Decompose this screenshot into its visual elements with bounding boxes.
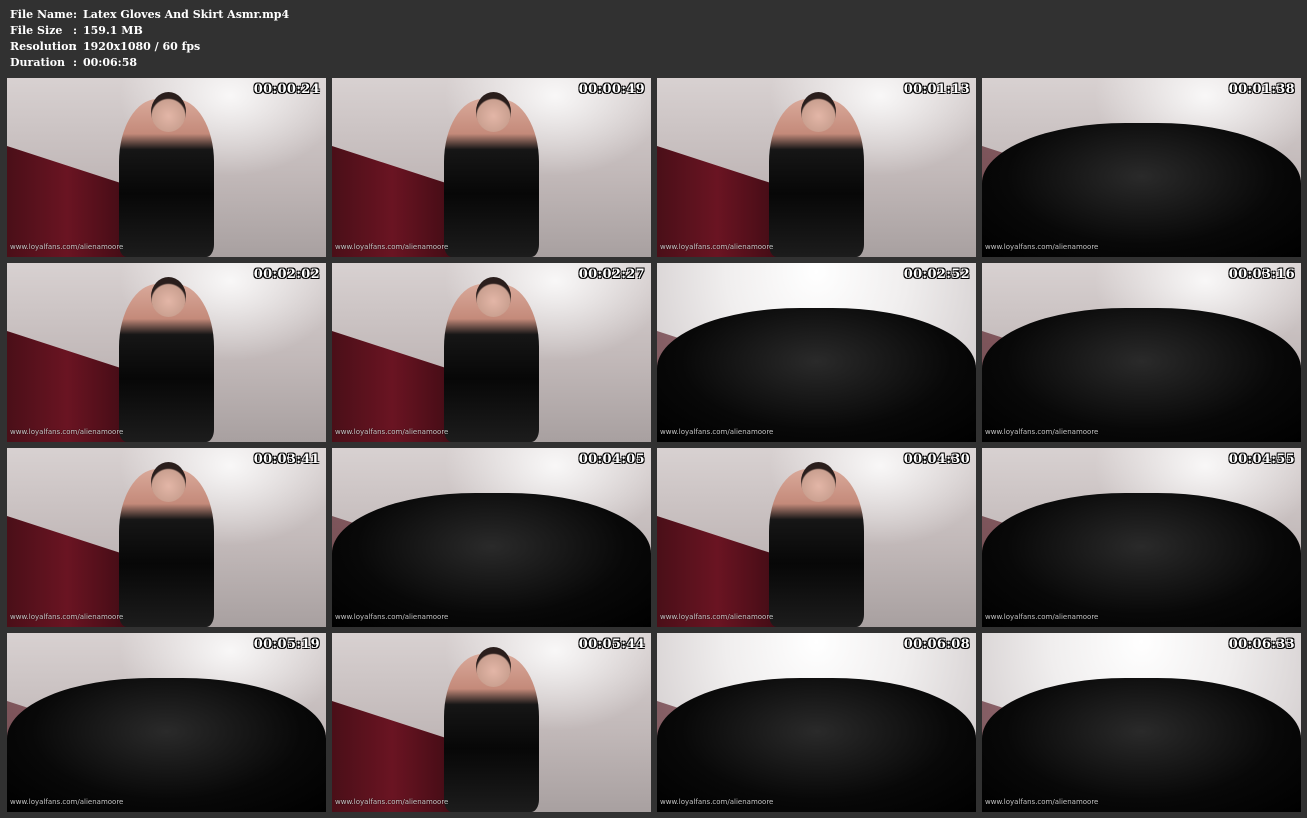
separator: : — [73, 24, 78, 37]
video-thumbnail[interactable]: 00:02:27 www.loyalfans.com/alienamoore — [332, 263, 651, 442]
watermark-text: www.loyalfans.com/alienamoore — [10, 243, 124, 251]
file-size-row: File Size : 159.1 MB — [10, 23, 289, 39]
watermark-text: www.loyalfans.com/alienamoore — [660, 613, 774, 621]
video-thumbnail[interactable]: 00:02:52 www.loyalfans.com/alienamoore — [657, 263, 976, 442]
video-thumbnail[interactable]: 00:00:49 www.loyalfans.com/alienamoore — [332, 78, 651, 257]
thumbnail-timestamp: 00:02:52 — [903, 267, 970, 282]
thumbnail-timestamp: 00:04:55 — [1228, 452, 1295, 467]
thumbnail-timestamp: 00:00:24 — [253, 82, 320, 97]
watermark-text: www.loyalfans.com/alienamoore — [335, 428, 449, 436]
video-thumbnail[interactable]: 00:03:41 www.loyalfans.com/alienamoore — [7, 448, 326, 627]
file-name-label: File Name — [10, 8, 73, 21]
thumbnail-timestamp: 00:03:16 — [1228, 267, 1295, 282]
video-thumbnail[interactable]: 00:06:33 www.loyalfans.com/alienamoore — [982, 633, 1301, 812]
video-thumbnail[interactable]: 00:03:16 www.loyalfans.com/alienamoore — [982, 263, 1301, 442]
duration-label: Duration — [10, 56, 66, 69]
video-thumbnail[interactable]: 00:01:13 www.loyalfans.com/alienamoore — [657, 78, 976, 257]
watermark-text: www.loyalfans.com/alienamoore — [985, 613, 1099, 621]
head-shape — [150, 92, 186, 132]
separator: : — [73, 8, 78, 21]
file-size-value: 159.1 MB — [83, 24, 143, 37]
thumbnail-timestamp: 00:00:49 — [578, 82, 645, 97]
video-thumbnail[interactable]: 00:05:19 www.loyalfans.com/alienamoore — [7, 633, 326, 812]
watermark-text: www.loyalfans.com/alienamoore — [335, 243, 449, 251]
thumbnail-timestamp: 00:05:44 — [578, 637, 645, 652]
figure-shape — [332, 492, 651, 627]
head-shape — [475, 277, 511, 317]
watermark-text: www.loyalfans.com/alienamoore — [985, 798, 1099, 806]
file-name-row: File Name : Latex Gloves And Skirt Asmr.… — [10, 7, 289, 23]
head-shape — [475, 92, 511, 132]
head-shape — [475, 647, 511, 687]
thumbnail-timestamp: 00:02:02 — [253, 267, 320, 282]
thumbnail-timestamp: 00:02:27 — [578, 267, 645, 282]
watermark-text: www.loyalfans.com/alienamoore — [985, 243, 1099, 251]
thumbnail-timestamp: 00:04:30 — [903, 452, 970, 467]
video-thumbnail[interactable]: 00:04:05 www.loyalfans.com/alienamoore — [332, 448, 651, 627]
thumbnail-timestamp: 00:04:05 — [578, 452, 645, 467]
video-thumbnail[interactable]: 00:04:55 www.loyalfans.com/alienamoore — [982, 448, 1301, 627]
figure-shape — [982, 307, 1301, 442]
watermark-text: www.loyalfans.com/alienamoore — [660, 798, 774, 806]
video-thumbnail[interactable]: 00:05:44 www.loyalfans.com/alienamoore — [332, 633, 651, 812]
figure-shape — [657, 307, 976, 442]
head-shape — [150, 277, 186, 317]
watermark-text: www.loyalfans.com/alienamoore — [985, 428, 1099, 436]
video-thumbnail[interactable]: 00:06:08 www.loyalfans.com/alienamoore — [657, 633, 976, 812]
watermark-text: www.loyalfans.com/alienamoore — [10, 613, 124, 621]
video-thumbnail[interactable]: 00:04:30 www.loyalfans.com/alienamoore — [657, 448, 976, 627]
thumbnail-timestamp: 00:06:08 — [903, 637, 970, 652]
resolution-value: 1920x1080 / 60 fps — [83, 40, 201, 53]
file-info-header: File Name : Latex Gloves And Skirt Asmr.… — [10, 7, 289, 71]
head-shape — [800, 92, 836, 132]
video-thumbnail[interactable]: 00:00:24 www.loyalfans.com/alienamoore — [7, 78, 326, 257]
thumbnail-grid: 00:00:24 www.loyalfans.com/alienamoore 00:… — [7, 78, 1301, 812]
thumbnail-timestamp: 00:06:33 — [1228, 637, 1295, 652]
video-thumbnail[interactable]: 00:02:02 www.loyalfans.com/alienamoore — [7, 263, 326, 442]
resolution-row: Resolution : 1920x1080 / 60 fps — [10, 39, 289, 55]
figure-shape — [7, 677, 326, 812]
thumbnail-timestamp: 00:03:41 — [253, 452, 320, 467]
duration-value: 00:06:58 — [83, 56, 138, 69]
watermark-text: www.loyalfans.com/alienamoore — [335, 798, 449, 806]
figure-shape — [982, 492, 1301, 627]
thumbnail-timestamp: 00:01:13 — [903, 82, 970, 97]
thumbnail-timestamp: 00:01:38 — [1228, 82, 1295, 97]
separator: : — [73, 56, 78, 69]
file-size-label: File Size — [10, 24, 63, 37]
figure-shape — [657, 677, 976, 812]
head-shape — [800, 462, 836, 502]
separator: : — [73, 40, 78, 53]
head-shape — [150, 462, 186, 502]
watermark-text: www.loyalfans.com/alienamoore — [660, 428, 774, 436]
thumbnail-timestamp: 00:05:19 — [253, 637, 320, 652]
file-name-value: Latex Gloves And Skirt Asmr.mp4 — [83, 8, 290, 21]
watermark-text: www.loyalfans.com/alienamoore — [10, 428, 124, 436]
watermark-text: www.loyalfans.com/alienamoore — [660, 243, 774, 251]
figure-shape — [982, 677, 1301, 812]
duration-row: Duration : 00:06:58 — [10, 55, 289, 71]
figure-shape — [982, 122, 1301, 257]
video-thumbnail[interactable]: 00:01:38 www.loyalfans.com/alienamoore — [982, 78, 1301, 257]
resolution-label: Resolution — [10, 40, 77, 53]
watermark-text: www.loyalfans.com/alienamoore — [10, 798, 124, 806]
watermark-text: www.loyalfans.com/alienamoore — [335, 613, 449, 621]
